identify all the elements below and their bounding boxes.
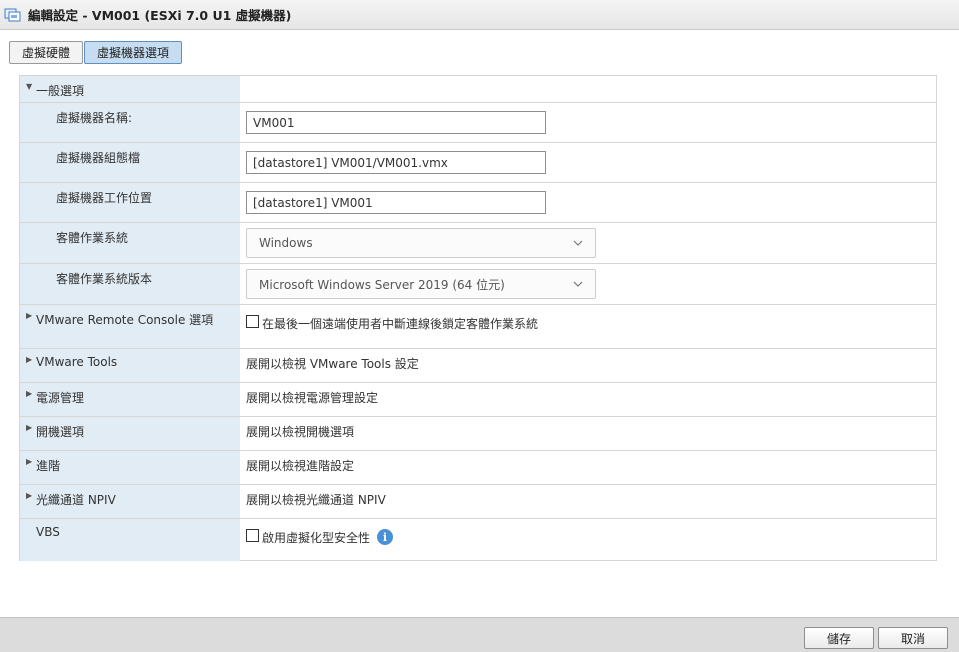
caret-right-icon[interactable]: ▶ — [26, 457, 36, 466]
vm-name-row: 虛擬機器名稱: VM001 — [20, 103, 936, 143]
guest-os-select[interactable]: Windows — [246, 228, 596, 258]
guest-os-version-row: 客體作業系統版本 Microsoft Windows Server 2019 (… — [20, 264, 936, 305]
advanced-value: 展開以檢視進階設定 — [246, 459, 355, 473]
vm-options-panel: ▼ 一般選項 虛擬機器名稱: VM001 虛擬機器組態檔 [datastore1… — [19, 75, 937, 561]
vm-name-label: 虛擬機器名稱: — [20, 103, 240, 142]
boot-options-row[interactable]: ▶ 開機選項 展開以檢視開機選項 — [20, 417, 936, 451]
power-management-row[interactable]: ▶ 電源管理 展開以檢視電源管理設定 — [20, 383, 936, 417]
caret-down-icon[interactable]: ▼ — [26, 82, 36, 91]
vmrc-lock-label: 在最後一個遠端使用者中斷連線後鎖定客體作業系統 — [262, 317, 539, 331]
boot-options-label: 開機選項 — [36, 425, 85, 439]
vmware-tools-label: VMware Tools — [36, 355, 118, 369]
config-file-row: 虛擬機器組態檔 [datastore1] VM001/VM001.vmx — [20, 143, 936, 183]
fibre-channel-npiv-value: 展開以檢視光纖通道 NPIV — [246, 493, 386, 507]
guest-os-version-select[interactable]: Microsoft Windows Server 2019 (64 位元) — [246, 269, 596, 299]
advanced-row[interactable]: ▶ 進階 展開以檢視進階設定 — [20, 451, 936, 485]
guest-os-version-label: 客體作業系統版本 — [20, 264, 240, 304]
vbs-checkbox-label: 啟用虛擬化型安全性 — [262, 531, 371, 545]
working-location-row: 虛擬機器工作位置 [datastore1] VM001 — [20, 183, 936, 223]
general-options-label: 一般選項 — [36, 84, 85, 98]
info-icon[interactable]: i — [377, 529, 394, 545]
dialog-title: 編輯設定 - VM001 (ESXi 7.0 U1 虛擬機器) — [28, 8, 292, 23]
fibre-channel-npiv-row[interactable]: ▶ 光纖通道 NPIV 展開以檢視光纖通道 NPIV — [20, 485, 936, 519]
general-options-row[interactable]: ▼ 一般選項 — [20, 76, 936, 103]
vm-settings-icon — [4, 7, 22, 23]
caret-right-icon[interactable]: ▶ — [26, 491, 36, 500]
save-button[interactable]: 儲存 — [804, 627, 874, 649]
tab-vm-options[interactable]: 虛擬機器選項 — [84, 41, 183, 64]
caret-right-icon[interactable]: ▶ — [26, 423, 36, 432]
vbs-label: VBS — [20, 519, 240, 561]
dialog-title-bar: 編輯設定 - VM001 (ESXi 7.0 U1 虛擬機器) — [0, 0, 959, 30]
advanced-label: 進階 — [36, 459, 61, 473]
vmware-tools-value: 展開以檢視 VMware Tools 設定 — [246, 357, 419, 371]
caret-right-icon[interactable]: ▶ — [26, 311, 36, 320]
caret-right-icon[interactable]: ▶ — [26, 389, 36, 398]
power-management-value: 展開以檢視電源管理設定 — [246, 391, 379, 405]
working-location-field[interactable]: [datastore1] VM001 — [246, 191, 546, 214]
guest-os-label: 客體作業系統 — [20, 223, 240, 263]
dialog-footer: 儲存 取消 — [0, 617, 959, 652]
vbs-row: VBS 啟用虛擬化型安全性 i — [20, 519, 936, 561]
vmware-tools-row[interactable]: ▶ VMware Tools 展開以檢視 VMware Tools 設定 — [20, 349, 936, 383]
tab-bar: 虛擬硬體 虛擬機器選項 — [9, 41, 183, 64]
guest-os-version-value: Microsoft Windows Server 2019 (64 位元) — [259, 277, 505, 292]
vm-name-input[interactable]: VM001 — [246, 111, 546, 134]
config-file-label: 虛擬機器組態檔 — [20, 143, 240, 182]
fibre-channel-npiv-label: 光纖通道 NPIV — [36, 493, 116, 507]
guest-os-value: Windows — [259, 236, 313, 250]
caret-right-icon[interactable]: ▶ — [26, 355, 36, 364]
chevron-down-icon — [573, 240, 583, 246]
power-management-label: 電源管理 — [36, 391, 85, 405]
chevron-down-icon — [573, 281, 583, 287]
cancel-button[interactable]: 取消 — [878, 627, 948, 649]
boot-options-value: 展開以檢視開機選項 — [246, 425, 355, 439]
tab-virtual-hardware[interactable]: 虛擬硬體 — [9, 41, 84, 64]
vmrc-lock-checkbox[interactable] — [246, 315, 259, 328]
vmrc-options-label: VMware Remote Console 選項 — [36, 313, 214, 327]
vbs-checkbox[interactable] — [246, 529, 259, 542]
config-file-field[interactable]: [datastore1] VM001/VM001.vmx — [246, 151, 546, 174]
guest-os-row: 客體作業系統 Windows — [20, 223, 936, 264]
working-location-label: 虛擬機器工作位置 — [20, 183, 240, 222]
vmrc-options-row[interactable]: ▶ VMware Remote Console 選項 在最後一個遠端使用者中斷連… — [20, 305, 936, 349]
